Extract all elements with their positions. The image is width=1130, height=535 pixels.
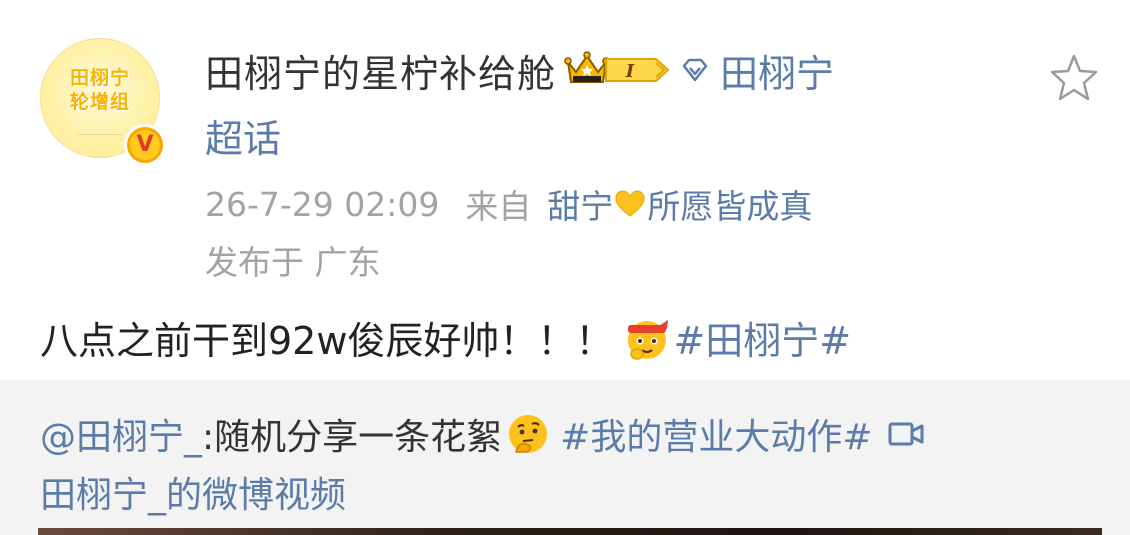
weibo-post: 田栩宁 轮增组 V 田栩宁的星柠补给舱 I 田栩宁 超话 26-7-29 02:… <box>0 0 1130 535</box>
post-source[interactable]: 甜宁 所愿皆成真 <box>547 180 812 228</box>
level-tag-shape: I <box>605 58 670 82</box>
from-label: 来自 <box>465 187 532 226</box>
verified-mark: V <box>136 132 154 157</box>
post-meta: 26-7-29 02:09 来自 甜宁 所愿皆成真 <box>205 180 812 228</box>
post-body: 八点之前干到92w俊辰好帅！！！ #田栩宁# <box>40 310 851 365</box>
post-source-suffix: 所愿皆成真 <box>647 187 813 226</box>
repost-block[interactable]: @田栩宁_ :随机分享一条花絮 #我的营业大动作# 田栩宁_的微博视频 <box>0 380 1130 535</box>
supertopic-link[interactable]: 田栩宁 <box>680 43 834 98</box>
repost-video-link[interactable]: 田栩宁_的微博视频 <box>40 466 346 518</box>
supertopic-name: 田栩宁 <box>720 51 835 96</box>
member-badge[interactable]: I <box>564 50 670 90</box>
video-camera-icon[interactable] <box>887 418 925 450</box>
repost-text: :随机分享一条花絮 <box>202 417 503 458</box>
star-icon[interactable] <box>1046 50 1102 106</box>
diamond-icon <box>682 58 708 82</box>
post-location: 发布于 广东 <box>205 243 381 282</box>
repost-hashtag[interactable]: #我的营业大动作# <box>560 408 872 460</box>
yellow-heart-icon <box>615 190 645 217</box>
level-number: I <box>625 61 635 82</box>
headband-face-emoji <box>628 319 669 360</box>
video-thumbnail[interactable] <box>38 528 1102 535</box>
post-text: 八点之前干到92w俊辰好帅！！！ <box>40 319 614 363</box>
verified-badge-icon: V <box>124 124 166 166</box>
avatar-text-line2: 轮增组 <box>69 91 130 113</box>
avatar-text-line1: 田栩宁 <box>69 67 130 89</box>
avatar-divider <box>78 134 122 135</box>
post-timestamp: 26-7-29 02:09 <box>205 184 440 224</box>
thinking-face-emoji <box>509 415 548 453</box>
avatar-text: 田栩宁 轮增组 <box>52 66 148 114</box>
post-hashtag[interactable]: #田栩宁# <box>673 310 851 365</box>
post-source-prefix: 甜宁 <box>547 187 614 226</box>
repost-mention[interactable]: @田栩宁_ <box>40 408 202 460</box>
level-tag: I <box>604 55 670 85</box>
repost-content: @田栩宁_ :随机分享一条花絮 #我的营业大动作# <box>40 408 925 460</box>
supertopic-suffix[interactable]: 超话 <box>205 108 281 163</box>
author-row: 田栩宁的星柠补给舱 I 田栩宁 <box>205 42 834 98</box>
username[interactable]: 田栩宁的星柠补给舱 <box>205 43 556 98</box>
